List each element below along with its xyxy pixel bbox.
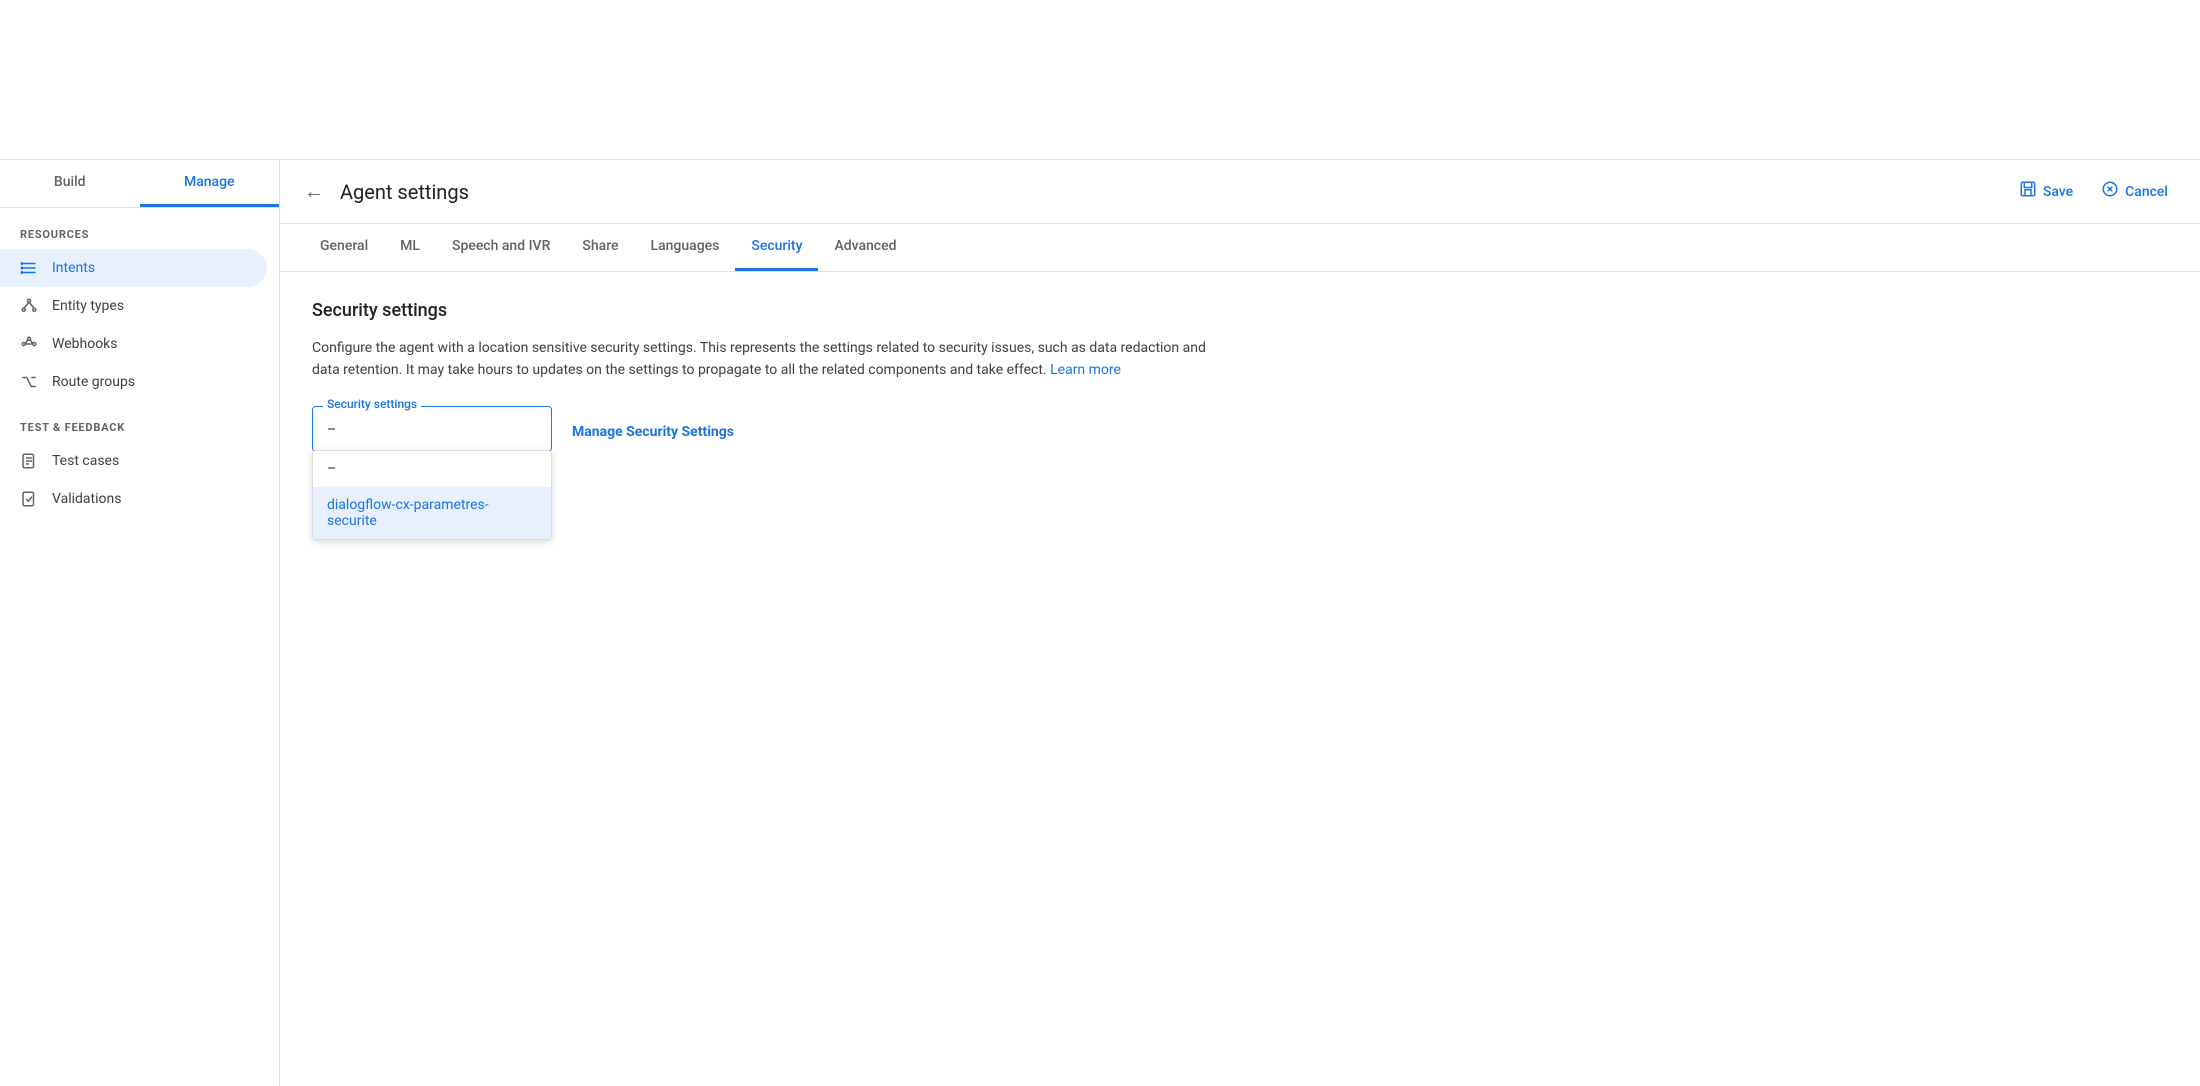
route-icon xyxy=(20,373,38,391)
page-title: Agent settings xyxy=(340,180,1995,204)
sidebar-tabs: Build Manage xyxy=(0,160,279,208)
learn-more-link[interactable]: Learn more xyxy=(1050,362,1121,378)
dropdown-menu: – dialogflow-cx-parametres-securite xyxy=(312,450,552,540)
sidebar-item-webhooks-label: Webhooks xyxy=(52,336,118,352)
sidebar-item-validations-label: Validations xyxy=(52,491,121,507)
security-section-desc: Configure the agent with a location sens… xyxy=(312,337,1212,382)
tab-build[interactable]: Build xyxy=(0,160,140,207)
cancel-button[interactable]: Cancel xyxy=(2093,174,2176,209)
tab-languages[interactable]: Languages xyxy=(635,224,736,271)
tab-share[interactable]: Share xyxy=(566,224,634,271)
save-button[interactable]: Save xyxy=(2011,174,2081,209)
tab-general[interactable]: General xyxy=(304,224,384,271)
dropdown-container: Security settings – – dialogflow-cx-para… xyxy=(312,406,552,452)
settings-row: Security settings – – dialogflow-cx-para… xyxy=(312,406,2168,452)
security-section-title: Security settings xyxy=(312,300,2168,321)
sidebar-item-route-groups[interactable]: Route groups xyxy=(0,363,267,401)
top-bar xyxy=(0,0,2200,160)
dropdown-label: Security settings xyxy=(323,397,421,411)
tab-speech-ivr[interactable]: Speech and IVR xyxy=(436,224,566,271)
webhook-icon xyxy=(20,335,38,353)
manage-security-link[interactable]: Manage Security Settings xyxy=(572,414,734,450)
content-area: ← Agent settings Save xyxy=(280,160,2200,1086)
tab-advanced[interactable]: Advanced xyxy=(818,224,912,271)
dropdown-value: – xyxy=(313,407,551,451)
sidebar: Build Manage RESOURCES Intents xyxy=(0,160,280,1086)
sidebar-item-entity-types[interactable]: Entity types xyxy=(0,287,267,325)
sidebar-item-intents[interactable]: Intents xyxy=(0,249,267,287)
entity-icon xyxy=(20,297,38,315)
sidebar-item-test-cases[interactable]: Test cases xyxy=(0,442,267,480)
tabs-bar: General ML Speech and IVR Share Language… xyxy=(280,224,2200,272)
main-layout: Build Manage RESOURCES Intents xyxy=(0,160,2200,1086)
header-actions: Save Cancel xyxy=(2011,174,2176,209)
sidebar-item-route-groups-label: Route groups xyxy=(52,374,135,390)
save-label: Save xyxy=(2043,184,2073,200)
sidebar-item-intents-label: Intents xyxy=(52,260,95,276)
cancel-label: Cancel xyxy=(2125,184,2168,200)
validation-icon xyxy=(20,490,38,508)
tab-manage[interactable]: Manage xyxy=(140,160,280,207)
resources-section-label: RESOURCES xyxy=(0,208,279,249)
sidebar-item-webhooks[interactable]: Webhooks xyxy=(0,325,267,363)
sidebar-item-test-cases-label: Test cases xyxy=(52,453,119,469)
cancel-icon xyxy=(2101,180,2119,203)
testcase-icon xyxy=(20,452,38,470)
dropdown-option-value[interactable]: dialogflow-cx-parametres-securite xyxy=(313,487,551,539)
save-icon xyxy=(2019,180,2037,203)
dropdown-option-empty[interactable]: – xyxy=(313,451,551,487)
sidebar-item-entity-types-label: Entity types xyxy=(52,298,124,314)
content-header: ← Agent settings Save xyxy=(280,160,2200,224)
tab-ml[interactable]: ML xyxy=(384,224,436,271)
back-button[interactable]: ← xyxy=(304,179,324,204)
sidebar-item-validations[interactable]: Validations xyxy=(0,480,267,518)
security-settings-dropdown[interactable]: Security settings – xyxy=(312,406,552,452)
test-section-label: TEST & FEEDBACK xyxy=(0,401,279,442)
tab-security[interactable]: Security xyxy=(735,224,818,271)
list-icon xyxy=(20,259,38,277)
main-content: Security settings Configure the agent wi… xyxy=(280,272,2200,1086)
